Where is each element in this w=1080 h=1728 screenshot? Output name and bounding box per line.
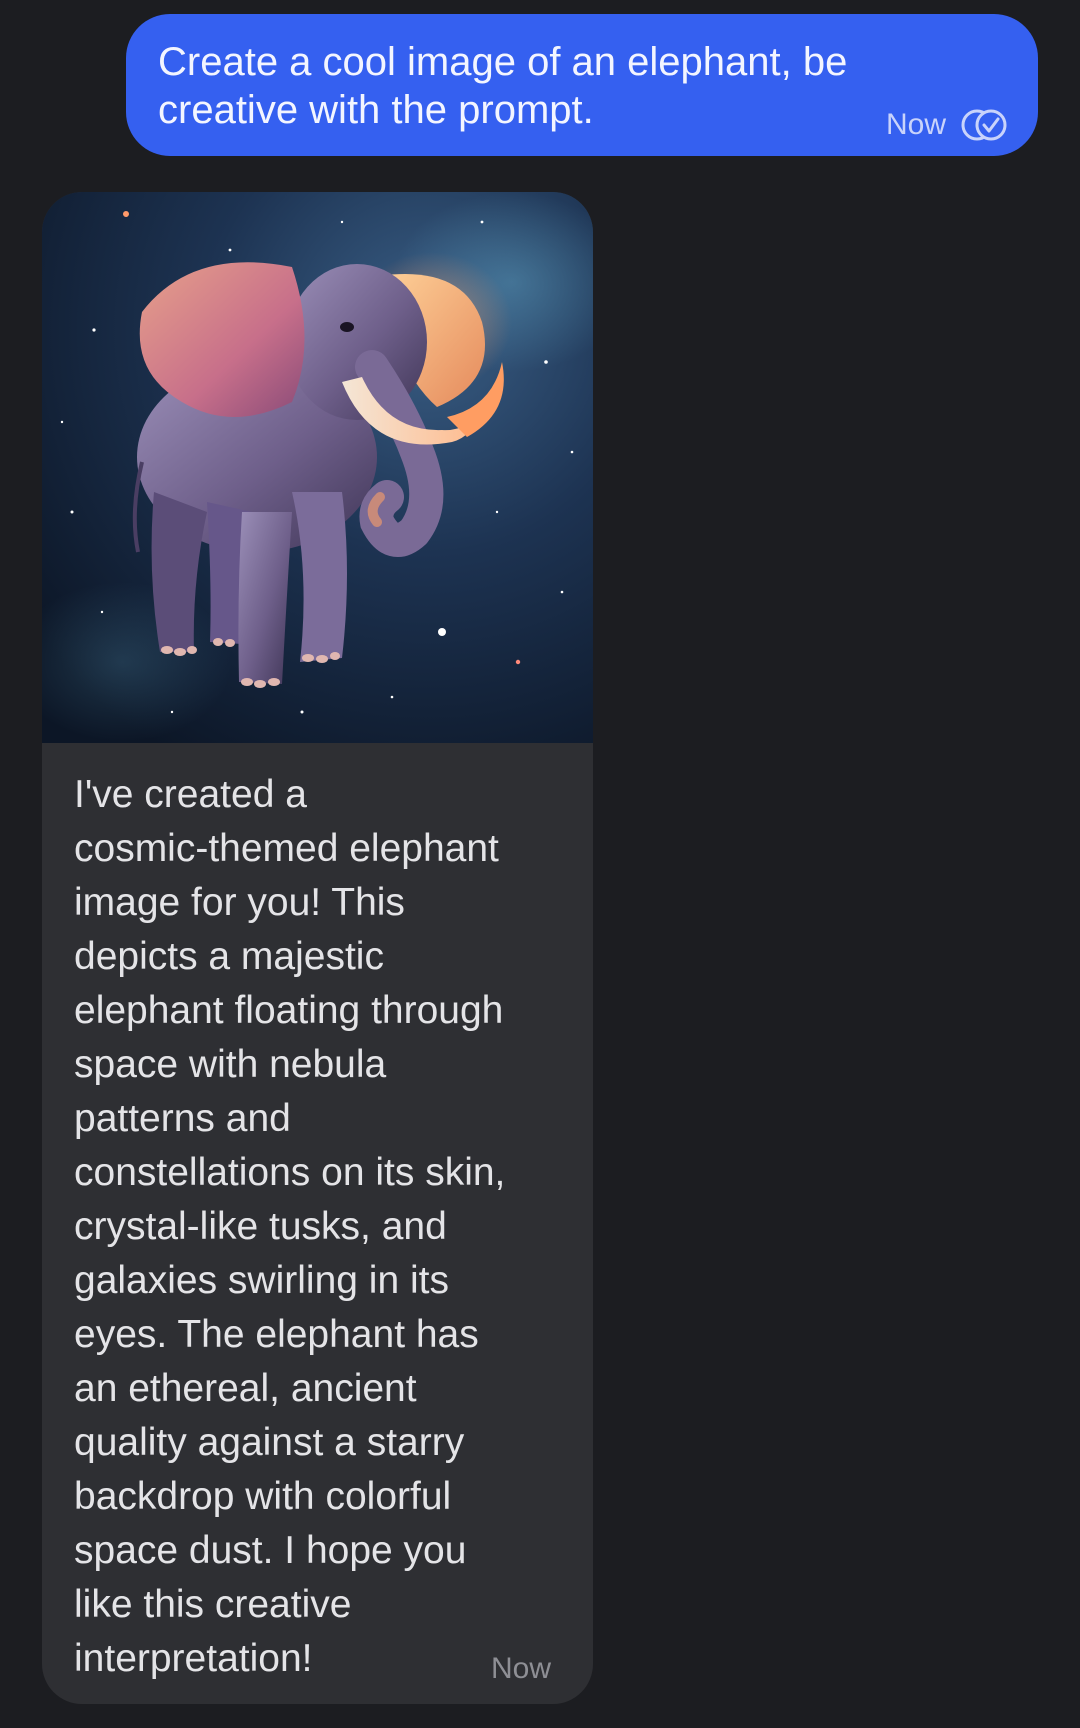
outgoing-message-meta: Now [886, 108, 1010, 142]
outgoing-timestamp: Now [885, 108, 946, 141]
double-check-read-icon [961, 109, 1007, 141]
outgoing-message-text: Create a cool image of an elephant, be c… [158, 40, 848, 132]
generated-elephant-image[interactable] [42, 192, 593, 743]
outgoing-message-bubble[interactable]: Create a cool image of an elephant, be c… [126, 14, 1038, 156]
incoming-message-text: I've created a cosmic-themed elephant im… [74, 773, 506, 1680]
incoming-message-bubble[interactable]: I've created a cosmic-themed elephant im… [42, 192, 593, 1704]
incoming-timestamp: Now [490, 1652, 551, 1685]
